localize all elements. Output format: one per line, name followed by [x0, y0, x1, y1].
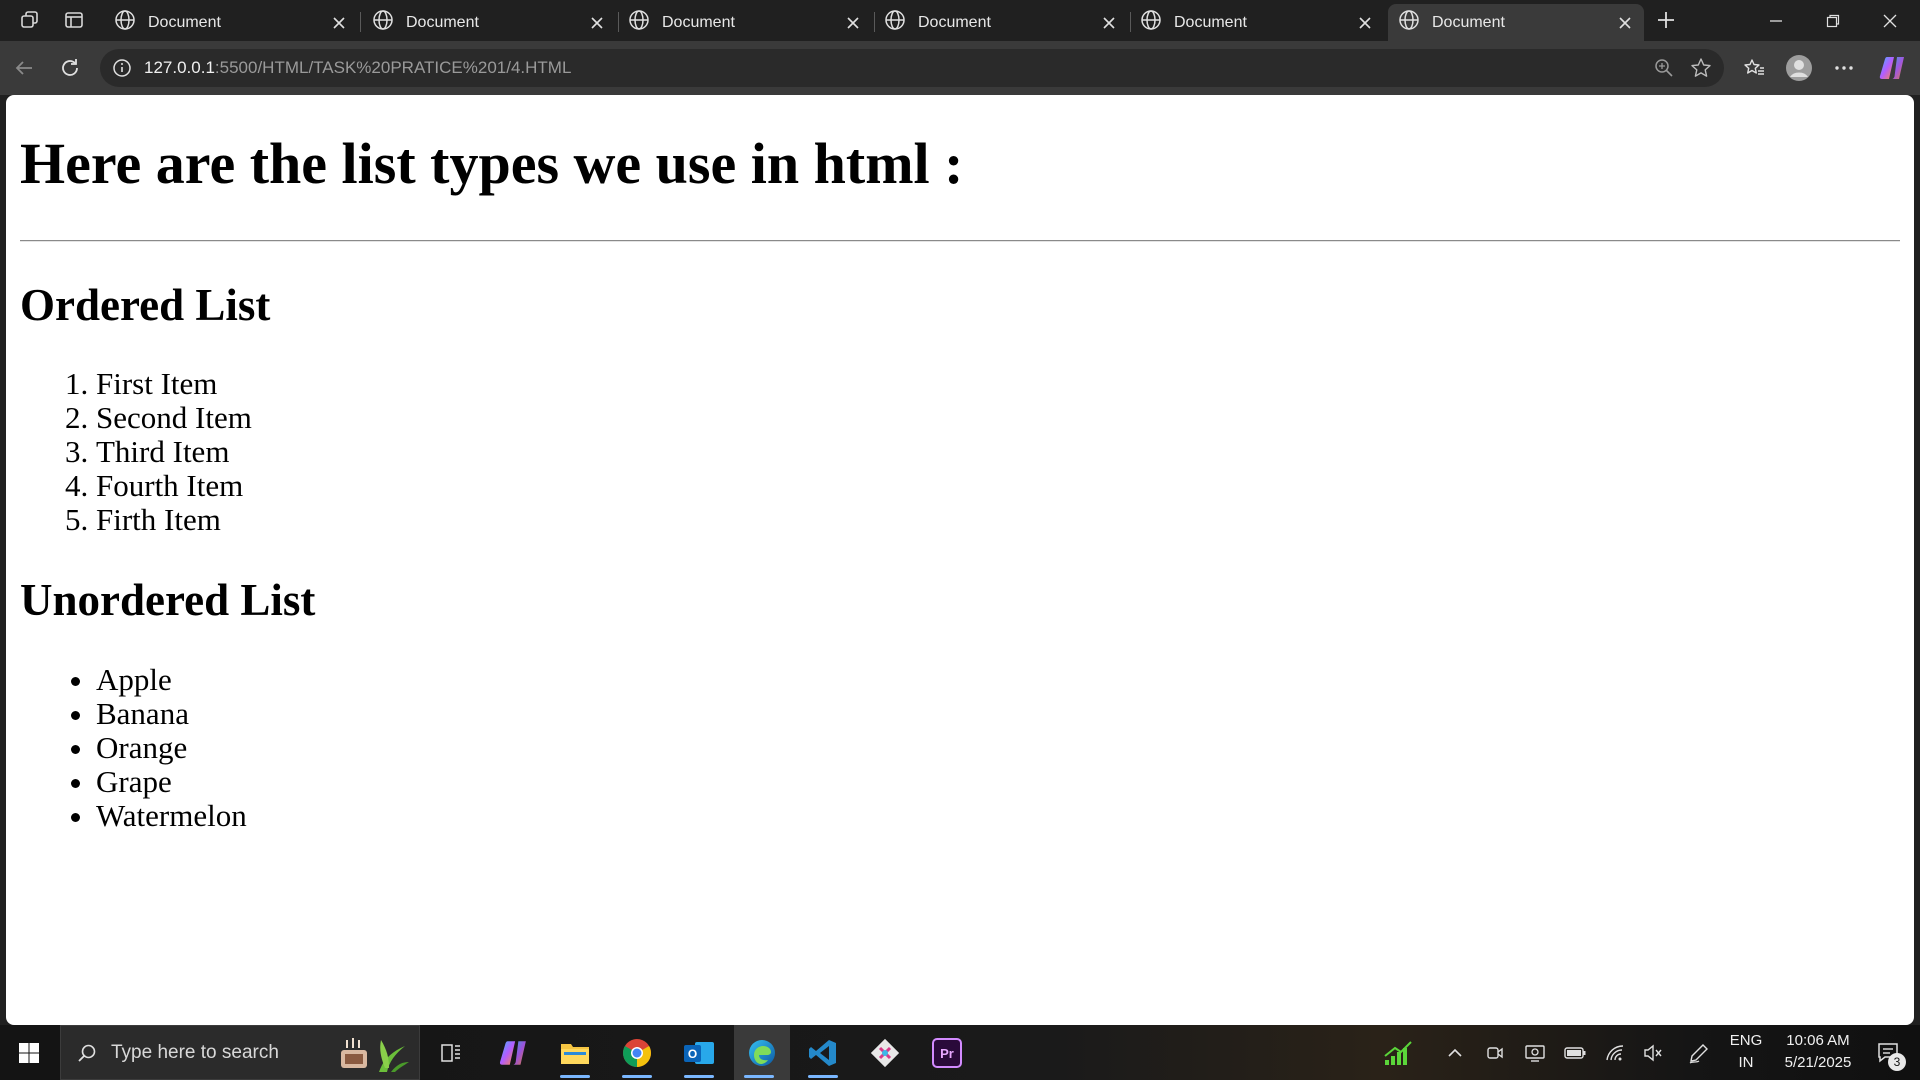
workspaces-icon[interactable]: [13, 6, 47, 34]
web-page-content: Here are the list types we use in html :…: [6, 95, 1914, 1025]
task-view-icon[interactable]: [426, 1025, 476, 1080]
wifi-icon[interactable]: [1598, 1025, 1632, 1080]
svg-text:Pr: Pr: [940, 1046, 954, 1061]
ordered-list-heading: Ordered List: [20, 279, 271, 330]
vscode-icon[interactable]: [798, 1025, 848, 1080]
globe-icon: [1140, 9, 1162, 36]
unordered-list: Apple Banana Orange Grape Watermelon: [6, 663, 1914, 833]
globe-icon: [884, 9, 906, 36]
outlook-icon[interactable]: O: [674, 1025, 724, 1080]
chevron-up-icon[interactable]: [1440, 1025, 1470, 1080]
favorites-icon[interactable]: [1736, 50, 1772, 86]
unordered-list-item: Apple: [96, 663, 1914, 697]
clock[interactable]: 10:06 AM 5/21/2025: [1772, 1030, 1864, 1074]
unordered-list-item: Banana: [96, 697, 1914, 731]
pen-icon[interactable]: [1682, 1025, 1716, 1080]
tab-document-2[interactable]: Document: [362, 4, 616, 41]
refresh-button[interactable]: [52, 50, 88, 86]
globe-icon: [628, 9, 650, 36]
volume-muted-icon[interactable]: [1636, 1025, 1670, 1080]
unordered-list-item: Watermelon: [96, 799, 1914, 833]
premiere-pro-icon[interactable]: Pr: [922, 1025, 972, 1080]
tab-document-3[interactable]: Document: [618, 4, 872, 41]
tab-title: Document: [1432, 13, 1505, 31]
back-button[interactable]: [6, 50, 42, 86]
start-button[interactable]: [0, 1025, 58, 1080]
unordered-list-item: Orange: [96, 731, 1914, 765]
url-path: :5500/HTML/TASK%20PRATICE%201/4.HTML: [214, 58, 572, 77]
ordered-list-item: Second Item: [96, 401, 1914, 435]
windows-taskbar: Type here to search O Pr ENG IN 10:06 AM…: [0, 1025, 1920, 1080]
edge-icon[interactable]: [734, 1025, 790, 1080]
address-bar[interactable]: 127.0.0.1:5500/HTML/TASK%20PRATICE%201/4…: [100, 49, 1724, 87]
ordered-list-item: Fourth Item: [96, 469, 1914, 503]
ordered-list-item: Firth Item: [96, 503, 1914, 537]
taskbar-search-box[interactable]: Type here to search: [60, 1025, 420, 1080]
ordered-list: First Item Second Item Third Item Fourth…: [6, 367, 1914, 537]
unordered-list-heading: Unordered List: [20, 575, 316, 626]
tab-bar: Document Document Document Document Docu…: [0, 0, 1920, 41]
language-text: ENG: [1729, 1032, 1763, 1049]
svg-text:O: O: [688, 1047, 697, 1061]
performance-widget-icon[interactable]: [1378, 1025, 1418, 1080]
close-window-button[interactable]: [1862, 0, 1918, 41]
region-text: IN: [1738, 1054, 1754, 1071]
horizontal-rule: [20, 239, 1900, 242]
search-icon: [77, 1043, 97, 1063]
camera-icon[interactable]: [1478, 1025, 1512, 1080]
tab-document-1[interactable]: Document: [104, 4, 358, 41]
unordered-list-item: Grape: [96, 765, 1914, 799]
tab-title: Document: [918, 13, 991, 31]
close-icon[interactable]: [584, 10, 610, 36]
browser-toolbar: 127.0.0.1:5500/HTML/TASK%20PRATICE%201/4…: [0, 41, 1920, 95]
close-icon[interactable]: [1612, 10, 1638, 36]
tab-separator: [360, 12, 361, 32]
new-tab-button[interactable]: [1649, 6, 1683, 34]
ordered-list-item: First Item: [96, 367, 1914, 401]
close-icon[interactable]: [1096, 10, 1122, 36]
language-indicator[interactable]: ENG IN: [1722, 1030, 1770, 1074]
close-icon[interactable]: [840, 10, 866, 36]
notification-center-icon[interactable]: 3: [1866, 1025, 1912, 1080]
close-icon[interactable]: [326, 10, 352, 36]
profile-avatar[interactable]: [1781, 50, 1817, 86]
file-explorer-icon[interactable]: [550, 1025, 600, 1080]
globe-icon: [372, 9, 394, 36]
chrome-icon[interactable]: [612, 1025, 662, 1080]
url-text[interactable]: 127.0.0.1:5500/HTML/TASK%20PRATICE%201/4…: [144, 58, 571, 78]
git-tool-icon[interactable]: [860, 1025, 910, 1080]
globe-icon: [114, 9, 136, 36]
tab-title: Document: [148, 13, 221, 31]
search-highlight-icon[interactable]: [335, 1032, 411, 1079]
search-placeholder: Type here to search: [111, 1041, 279, 1063]
favorite-star-icon[interactable]: [1690, 57, 1712, 84]
page-heading: Here are the list types we use in html :: [20, 131, 964, 196]
tab-title: Document: [1174, 13, 1247, 31]
tab-document-4[interactable]: Document: [874, 4, 1128, 41]
url-host: 127.0.0.1: [144, 58, 215, 77]
tab-document-6-active[interactable]: Document: [1388, 4, 1644, 41]
copilot-app-icon[interactable]: [488, 1025, 538, 1080]
ordered-list-item: Third Item: [96, 435, 1914, 469]
battery-icon[interactable]: [1558, 1025, 1592, 1080]
restore-button[interactable]: [1805, 0, 1861, 41]
clock-date: 5/21/2025: [1784, 1054, 1852, 1071]
clock-time: 10:06 AM: [1786, 1032, 1850, 1049]
vertical-tabs-icon[interactable]: [57, 6, 91, 34]
zoom-icon[interactable]: [1654, 58, 1674, 83]
more-options-icon[interactable]: [1826, 50, 1862, 86]
close-icon[interactable]: [1352, 10, 1378, 36]
site-info-icon[interactable]: [112, 58, 132, 83]
minimize-button[interactable]: [1748, 0, 1804, 41]
copilot-icon[interactable]: [1874, 50, 1910, 86]
globe-icon: [1398, 9, 1420, 36]
tab-document-5[interactable]: Document: [1130, 4, 1384, 41]
notification-badge: 3: [1888, 1053, 1906, 1071]
tab-title: Document: [406, 13, 479, 31]
tab-title: Document: [662, 13, 735, 31]
display-settings-icon[interactable]: [1518, 1025, 1552, 1080]
